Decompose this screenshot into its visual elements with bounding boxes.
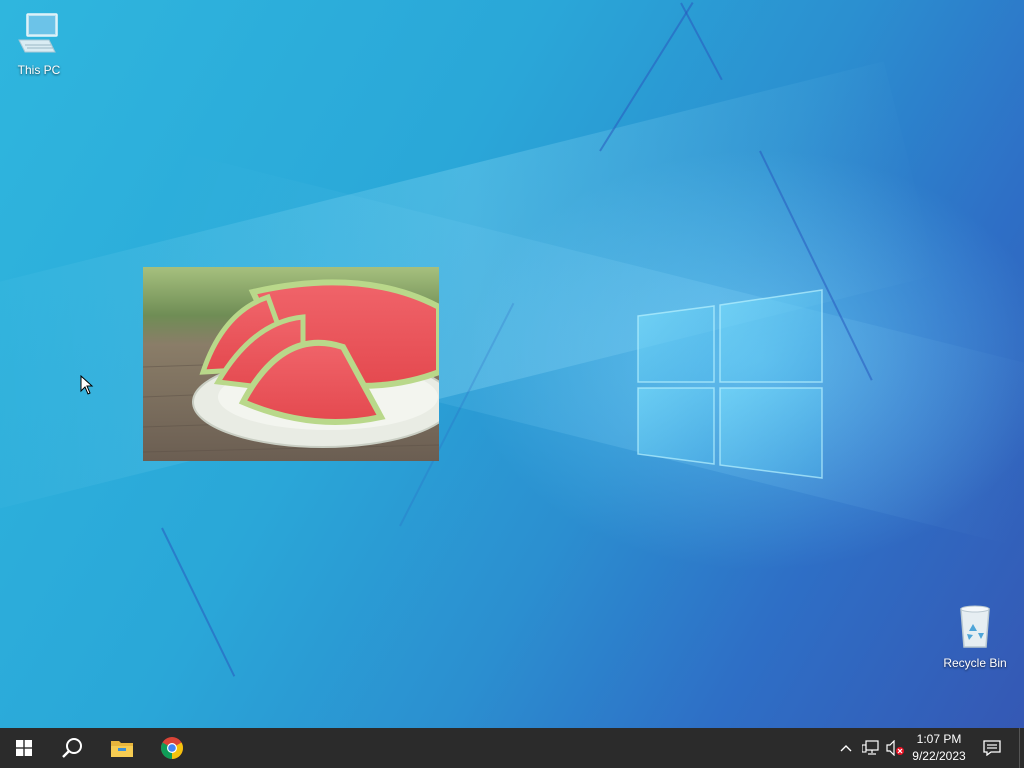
show-desktop-button[interactable]: [1019, 728, 1024, 768]
action-center-button[interactable]: [980, 728, 1004, 768]
computer-icon: [18, 13, 58, 53]
recycle-bin-desktop-icon[interactable]: Recycle Bin: [939, 603, 1011, 670]
taskbar-clock[interactable]: 1:07 PM 9/22/2023: [900, 731, 978, 765]
taskbar: 1:07 PM 9/22/2023: [0, 728, 1024, 768]
network-button[interactable]: [860, 728, 882, 768]
desktop-icon-label: Recycle Bin: [943, 656, 1007, 670]
chrome-button[interactable]: [148, 728, 196, 768]
search-icon: [62, 738, 82, 758]
mouse-cursor: [80, 375, 94, 395]
desktop-icon-label: This PC: [17, 63, 61, 77]
chevron-up-icon: [840, 745, 852, 752]
recycle-bin-icon: [960, 605, 990, 648]
wallpaper-line: [161, 527, 236, 677]
clock-time: 1:07 PM: [916, 732, 962, 746]
windows-logo: [637, 289, 823, 479]
search-button[interactable]: [48, 728, 96, 768]
notification-icon: [983, 740, 1001, 756]
watermelon-image: [143, 267, 439, 461]
start-button[interactable]: [0, 728, 48, 768]
desktop-background[interactable]: This PC Recycle Bin: [0, 0, 1024, 728]
network-icon: [862, 740, 879, 755]
watermelon-photo[interactable]: [143, 267, 439, 461]
file-explorer-button[interactable]: [98, 728, 146, 768]
file-explorer-icon: [111, 741, 133, 757]
windows-start-icon: [16, 740, 32, 756]
chrome-icon: [161, 737, 183, 759]
show-hidden-icons-button[interactable]: [838, 728, 854, 768]
wallpaper-line: [680, 2, 723, 81]
clock-date: 9/22/2023: [912, 749, 966, 763]
this-pc-desktop-icon[interactable]: This PC: [3, 10, 75, 77]
